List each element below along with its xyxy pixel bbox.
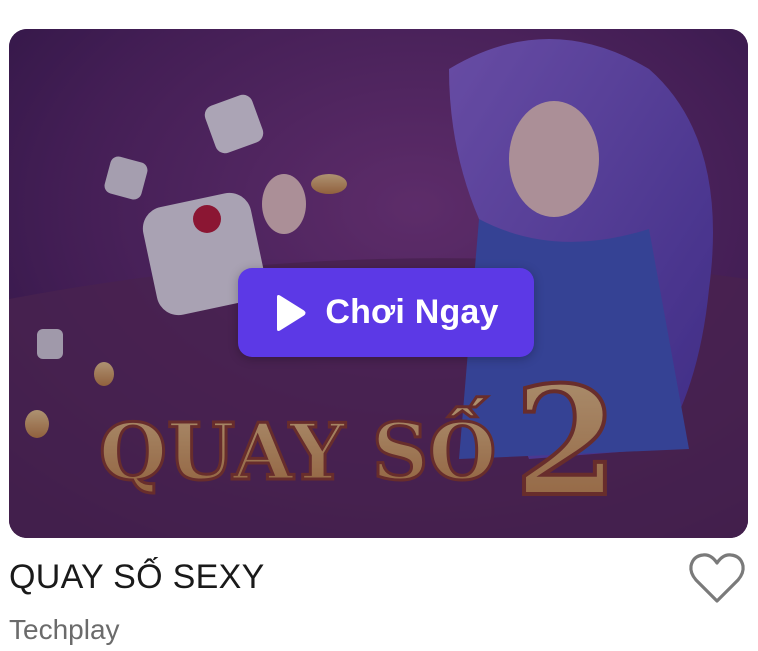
heart-outline-icon: [689, 553, 745, 603]
game-provider: Techplay: [9, 614, 120, 645]
play-now-button[interactable]: Chơi Ngay: [238, 268, 534, 357]
play-now-label: Chơi Ngay: [325, 293, 499, 331]
game-title[interactable]: QUAY SỐ SEXY: [9, 558, 265, 597]
favorite-button[interactable]: [688, 552, 746, 604]
game-thumbnail[interactable]: QUAY SỐ 2 Chơi Ngay: [9, 29, 748, 538]
play-icon: [277, 294, 306, 331]
game-card[interactable]: QUAY SỐ 2 Chơi Ngay QUAY SỐ SEXY Techpla…: [0, 0, 758, 651]
